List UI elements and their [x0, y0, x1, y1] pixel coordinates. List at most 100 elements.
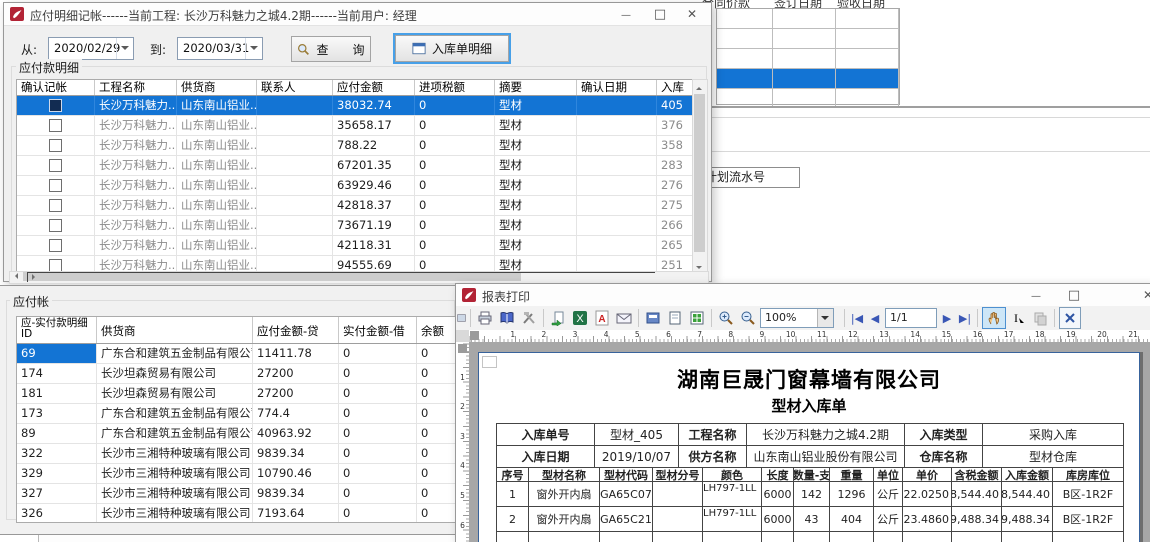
- scrollbar-thumb[interactable]: [694, 94, 705, 252]
- save-icon[interactable]: [643, 308, 663, 328]
- amount-cell: 42818.37: [333, 196, 415, 215]
- report-detail-table: 序号 型材名称 型材代码 型材分号 颜色 长度 数量-支 重量 单位 单价 含税…: [496, 467, 1124, 542]
- close-button[interactable]: [1131, 284, 1150, 306]
- table-row[interactable]: 326 长沙市三湘特种玻璃有限公司 7193.64 0 0: [17, 504, 457, 522]
- table-row[interactable]: 327 长沙市三湘特种玻璃有限公司 9839.34 0 0: [17, 484, 457, 504]
- table-row[interactable]: 69 广东合和建筑五金制品有限公司 11411.78 0 0: [17, 344, 457, 364]
- chevron-down-icon[interactable]: [116, 38, 133, 59]
- pdf-icon[interactable]: A: [592, 308, 612, 328]
- column-header[interactable]: 供货商: [177, 80, 257, 95]
- column-header[interactable]: 应付金额-贷: [253, 317, 339, 343]
- detail-cell: LH797-1LL: [703, 507, 762, 532]
- column-header[interactable]: 入库: [657, 80, 693, 95]
- text-select-icon[interactable]: I: [1008, 308, 1028, 328]
- ruler-number: 3: [546, 330, 577, 342]
- column-header[interactable]: 应付金额: [333, 80, 415, 95]
- excel-icon[interactable]: X: [570, 308, 590, 328]
- maximize-button[interactable]: [1057, 284, 1091, 306]
- tax-cell: 0: [415, 96, 495, 115]
- ruler-marker: [458, 344, 467, 353]
- next-page-icon[interactable]: ▶: [939, 312, 955, 325]
- table-row[interactable]: 173 广东合和建筑五金制品有限公司 774.4 0 0: [17, 404, 457, 424]
- column-header[interactable]: 进项税额: [415, 80, 495, 95]
- table-row[interactable]: 长沙万科魅力... 山东南山铝业... 35658.17 0 型材 376: [17, 116, 693, 136]
- query-button[interactable]: 查 询: [291, 36, 371, 62]
- confirm-checkbox[interactable]: [49, 139, 62, 152]
- confirm-checkbox[interactable]: [49, 119, 62, 132]
- table-row[interactable]: 长沙万科魅力... 山东南山铝业... 42118.31 0 型材 265: [17, 236, 693, 256]
- table-row[interactable]: 长沙万科魅力... 山东南山铝业... 63929.46 0 型材 276: [17, 176, 693, 196]
- table-row[interactable]: 长沙万科魅力... 山东南山铝业... 42818.37 0 型材 275: [17, 196, 693, 216]
- scroll-right-icon[interactable]: [27, 272, 655, 282]
- table-row[interactable]: 181 长沙坦森贸易有限公司 27200 0 0: [17, 384, 457, 404]
- column-header[interactable]: 确认记帐: [17, 80, 95, 95]
- page-number-field[interactable]: 1/1: [885, 308, 937, 328]
- id-cell: 173: [17, 404, 97, 423]
- panel-icon[interactable]: [457, 308, 466, 328]
- copy-icon[interactable]: [1030, 308, 1050, 328]
- minimize-button[interactable]: [1019, 284, 1053, 306]
- column-header[interactable]: 摘要: [495, 80, 577, 95]
- tools-icon[interactable]: [519, 308, 539, 328]
- title-bar[interactable]: 应付明细记帐------当前工程: 长沙万科魅力之城4.2期------当前用户…: [4, 3, 711, 26]
- export-icon[interactable]: [548, 308, 568, 328]
- tax-cell: 0: [415, 176, 495, 195]
- from-date-select[interactable]: 2020/02/29: [48, 37, 134, 60]
- last-page-icon[interactable]: ▶|: [957, 312, 973, 325]
- first-page-icon[interactable]: |◀: [849, 312, 865, 325]
- confirm-checkbox[interactable]: [49, 219, 62, 232]
- confirm-checkbox[interactable]: [49, 179, 62, 192]
- vertical-scrollbar[interactable]: [692, 79, 708, 273]
- detail-cell: B区-1R2F: [1053, 482, 1124, 507]
- print-icon[interactable]: [475, 308, 495, 328]
- prev-page-icon[interactable]: ◀: [867, 312, 883, 325]
- column-header[interactable]: 联系人: [257, 80, 333, 95]
- table-row[interactable]: 89 广东合和建筑五金制品有限公司 40963.92 0 0: [17, 424, 457, 444]
- confirm-checkbox[interactable]: [49, 199, 62, 212]
- confirm-checkbox[interactable]: [49, 99, 62, 112]
- minimize-button[interactable]: [609, 3, 643, 25]
- confirm-date-cell: [577, 116, 657, 135]
- table-row[interactable]: 长沙万科魅力... 山东南山铝业... 73671.19 0 型材 266: [17, 216, 693, 236]
- column-header[interactable]: 实付金额-借: [339, 317, 417, 343]
- chevron-down-icon[interactable]: [245, 38, 262, 59]
- table-row[interactable]: 329 长沙市三湘特种玻璃有限公司 10790.46 0 0: [17, 464, 457, 484]
- print-preview-area[interactable]: 湖南巨晟门窗幕墙有限公司 型材入库单 入库单号 型材_405 工程名称 长沙万科…: [469, 342, 1150, 542]
- pages-grid-icon[interactable]: [687, 308, 707, 328]
- to-date-select[interactable]: 2020/03/31: [177, 37, 263, 60]
- paid-cell: 0: [339, 364, 417, 383]
- inbound-detail-button[interactable]: 入库单明细: [395, 35, 509, 62]
- mail-icon[interactable]: [614, 308, 634, 328]
- table-row[interactable]: 长沙万科魅力... 山东南山铝业... 788.22 0 型材 358: [17, 136, 693, 156]
- table-row[interactable]: 长沙万科魅力... 山东南山铝业... 67201.35 0 型材 283: [17, 156, 693, 176]
- supplier-cell: 山东南山铝业...: [177, 96, 257, 115]
- title-bar[interactable]: 报表打印: [456, 284, 1150, 307]
- table-row[interactable]: 174 长沙坦森贸易有限公司 27200 0 0: [17, 364, 457, 384]
- zoom-out-icon[interactable]: [738, 308, 758, 328]
- tax-cell: 0: [415, 196, 495, 215]
- column-header[interactable]: 确认日期: [577, 80, 657, 95]
- close-button[interactable]: [675, 3, 709, 25]
- chevron-down-icon[interactable]: [817, 309, 833, 327]
- confirm-checkbox[interactable]: [49, 239, 62, 252]
- balance-cell: 0: [417, 384, 457, 403]
- column-header[interactable]: 应-实付款明细ID: [17, 317, 97, 343]
- zoom-in-icon[interactable]: [716, 308, 736, 328]
- scroll-up-icon[interactable]: [693, 80, 705, 92]
- zoom-select[interactable]: 100%: [760, 308, 834, 328]
- table-row[interactable]: 322 长沙市三湘特种玻璃有限公司 9839.34 0 0: [17, 444, 457, 464]
- maximize-button[interactable]: [643, 3, 677, 25]
- ruler-number: 18: [1013, 330, 1044, 342]
- scroll-left-icon[interactable]: [10, 272, 21, 281]
- close-preview-icon[interactable]: [1059, 307, 1081, 329]
- confirm-checkbox[interactable]: [49, 159, 62, 172]
- book-icon[interactable]: [497, 308, 517, 328]
- hand-tool-icon[interactable]: [982, 307, 1006, 329]
- confirm-date-cell: [577, 156, 657, 175]
- column-header[interactable]: 余额: [417, 317, 457, 343]
- column-header[interactable]: 工程名称: [95, 80, 177, 95]
- page-icon[interactable]: [665, 308, 685, 328]
- column-header[interactable]: 供货商: [97, 317, 253, 343]
- table-row[interactable]: 长沙万科魅力... 山东南山铝业... 38032.74 0 型材 405: [17, 96, 693, 116]
- info-value: 2019/10/07: [595, 446, 679, 468]
